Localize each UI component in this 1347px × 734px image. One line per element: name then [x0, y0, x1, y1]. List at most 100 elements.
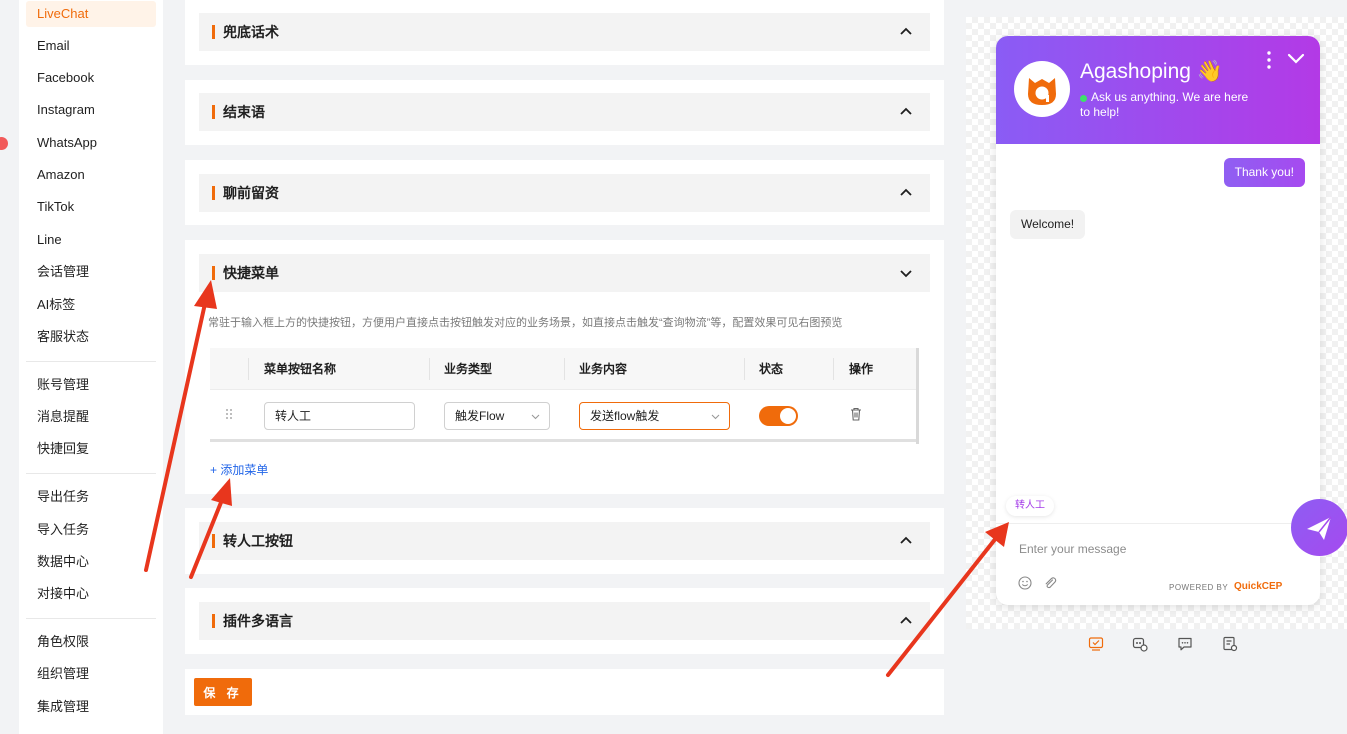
- input-divider: [996, 523, 1320, 524]
- outgoing-message: Thank you!: [1223, 158, 1305, 187]
- more-options-icon[interactable]: [1264, 50, 1274, 70]
- column-divider: [833, 358, 834, 380]
- column-divider: [248, 358, 249, 380]
- message-input[interactable]: Enter your message: [1019, 542, 1126, 556]
- sidebar-item[interactable]: Line: [26, 227, 156, 253]
- drag-handle-icon[interactable]: [225, 408, 233, 420]
- column-divider: [429, 358, 430, 380]
- sidebar-item[interactable]: 集成管理: [26, 694, 156, 720]
- chat-header: Agashoping 👋 Ask us anything. We are her…: [996, 36, 1320, 144]
- menu-name-input[interactable]: 转人工: [264, 402, 415, 430]
- sidebar-item[interactable]: 角色权限: [26, 629, 156, 655]
- sidebar-item[interactable]: Facebook: [26, 65, 156, 91]
- section-header-closing[interactable]: 结束语: [199, 93, 930, 131]
- quick-menu-description: 常驻于输入框上方的快捷按钮，方便用户直接点击按钮触发对应的业务场景，如直接点击触…: [208, 317, 843, 329]
- panel-quick-menu: 快捷菜单 常驻于输入框上方的快捷按钮，方便用户直接点击按钮触发对应的业务场景，如…: [185, 240, 944, 494]
- business-type-value: 触发Flow: [455, 409, 505, 423]
- section-accent-bar: [212, 266, 215, 280]
- trash-icon[interactable]: [850, 407, 862, 421]
- desktop-preview-icon[interactable]: [1088, 636, 1104, 652]
- chevron-up-icon: [900, 107, 912, 115]
- chat-tagline: Ask us anything. We are here to help!: [1080, 90, 1249, 119]
- status-toggle[interactable]: [759, 406, 798, 426]
- table-scrollbar[interactable]: [210, 439, 916, 442]
- sidebar-item[interactable]: 快捷回复: [26, 436, 156, 462]
- sidebar-item[interactable]: 账号管理: [26, 372, 156, 398]
- section-accent-bar: [212, 25, 215, 39]
- sidebar-item[interactable]: Amazon: [26, 162, 156, 188]
- sidebar-item[interactable]: 组织管理: [26, 661, 156, 687]
- incoming-message: Welcome!: [1010, 210, 1086, 239]
- section-title: 兜底话术: [223, 24, 279, 40]
- send-button[interactable]: [1291, 499, 1347, 556]
- sidebar-item[interactable]: AI标签: [26, 292, 156, 318]
- notification-badge: [0, 137, 8, 150]
- quick-menu-table: 菜单按钮名称 业务类型 业务内容 状态 操作 转人工 触发Flow 发送flow…: [210, 348, 919, 444]
- section-header-fallback[interactable]: 兜底话术: [199, 13, 930, 51]
- toggle-knob: [780, 408, 796, 424]
- sidebar-divider: [26, 361, 156, 362]
- brand-avatar: [1014, 61, 1070, 117]
- quick-menu-chip[interactable]: 转人工: [1006, 496, 1054, 516]
- chevron-down-icon: [711, 414, 720, 420]
- attachment-icon[interactable]: [1043, 576, 1057, 590]
- sidebar: LiveChat Email Facebook Instagram WhatsApp Am…: [19, 0, 163, 734]
- section-accent-bar: [212, 105, 215, 119]
- send-icon: [1307, 516, 1332, 540]
- message-bubble-icon[interactable]: [1177, 636, 1193, 652]
- sidebar-item[interactable]: Email: [26, 33, 156, 59]
- brand-name: Agashoping 👋: [1080, 60, 1223, 84]
- section-header-pre-chat[interactable]: 聊前留资: [199, 174, 930, 212]
- section-title: 快捷菜单: [223, 265, 279, 281]
- emoji-icon[interactable]: [1018, 576, 1032, 590]
- section-accent-bar: [212, 614, 215, 628]
- chat-widget-preview: Agashoping 👋 Ask us anything. We are her…: [996, 36, 1320, 605]
- add-menu-link[interactable]: + 添加菜单: [210, 461, 268, 478]
- sidebar-item[interactable]: TikTok: [26, 194, 156, 220]
- section-header-transfer-button[interactable]: 转人工按钮: [199, 522, 930, 560]
- column-header-type: 业务类型: [444, 362, 493, 376]
- sidebar-item[interactable]: WhatsApp: [26, 130, 156, 156]
- sidebar-item[interactable]: LiveChat: [26, 1, 156, 27]
- chevron-up-icon: [900, 536, 912, 544]
- panel-fallback: 兜底话术: [185, 0, 944, 65]
- sidebar-item[interactable]: 消息提醒: [26, 404, 156, 430]
- chevron-up-icon: [900, 188, 912, 196]
- column-header-name: 菜单按钮名称: [264, 362, 337, 376]
- save-bar: 保 存: [185, 669, 944, 715]
- column-divider: [564, 358, 565, 380]
- form-settings-icon[interactable]: [1222, 636, 1238, 652]
- column-header-status: 状态: [759, 362, 784, 376]
- sidebar-item[interactable]: 数据中心: [26, 549, 156, 575]
- section-accent-bar: [212, 534, 215, 548]
- left-strip: [0, 0, 19, 734]
- business-type-select[interactable]: 触发Flow: [444, 402, 550, 430]
- sidebar-item[interactable]: 客服状态: [26, 324, 156, 350]
- section-accent-bar: [212, 186, 215, 200]
- sidebar-item[interactable]: 导入任务: [26, 517, 156, 543]
- section-title: 转人工按钮: [223, 533, 293, 549]
- panel-plugin-language: 插件多语言: [185, 588, 944, 654]
- brand-logo-icon: [1028, 78, 1056, 105]
- column-header-content: 业务内容: [579, 362, 628, 376]
- sidebar-item[interactable]: 会话管理: [26, 259, 156, 285]
- business-content-select[interactable]: 发送flow触发: [579, 402, 730, 430]
- panel-pre-chat: 聊前留资: [185, 160, 944, 225]
- chevron-down-icon: [531, 414, 540, 420]
- sidebar-divider: [26, 618, 156, 619]
- table-header: 菜单按钮名称 业务类型 业务内容 状态 操作: [210, 348, 916, 390]
- chevron-up-icon: [900, 616, 912, 624]
- sidebar-item[interactable]: 导出任务: [26, 484, 156, 510]
- sidebar-item[interactable]: 对接中心: [26, 581, 156, 607]
- save-button[interactable]: 保 存: [194, 678, 252, 706]
- panel-closing: 结束语: [185, 80, 944, 145]
- section-header-plugin-language[interactable]: 插件多语言: [199, 602, 930, 640]
- collapse-chevron-icon[interactable]: [1287, 52, 1305, 66]
- wave-emoji: 👋: [1196, 60, 1223, 83]
- chevron-down-icon: [900, 270, 912, 278]
- sidebar-item[interactable]: Instagram: [26, 97, 156, 123]
- section-header-quick-menu[interactable]: 快捷菜单: [199, 254, 930, 292]
- robot-chat-icon[interactable]: [1132, 636, 1148, 652]
- section-title: 插件多语言: [223, 613, 293, 629]
- chevron-up-icon: [900, 27, 912, 35]
